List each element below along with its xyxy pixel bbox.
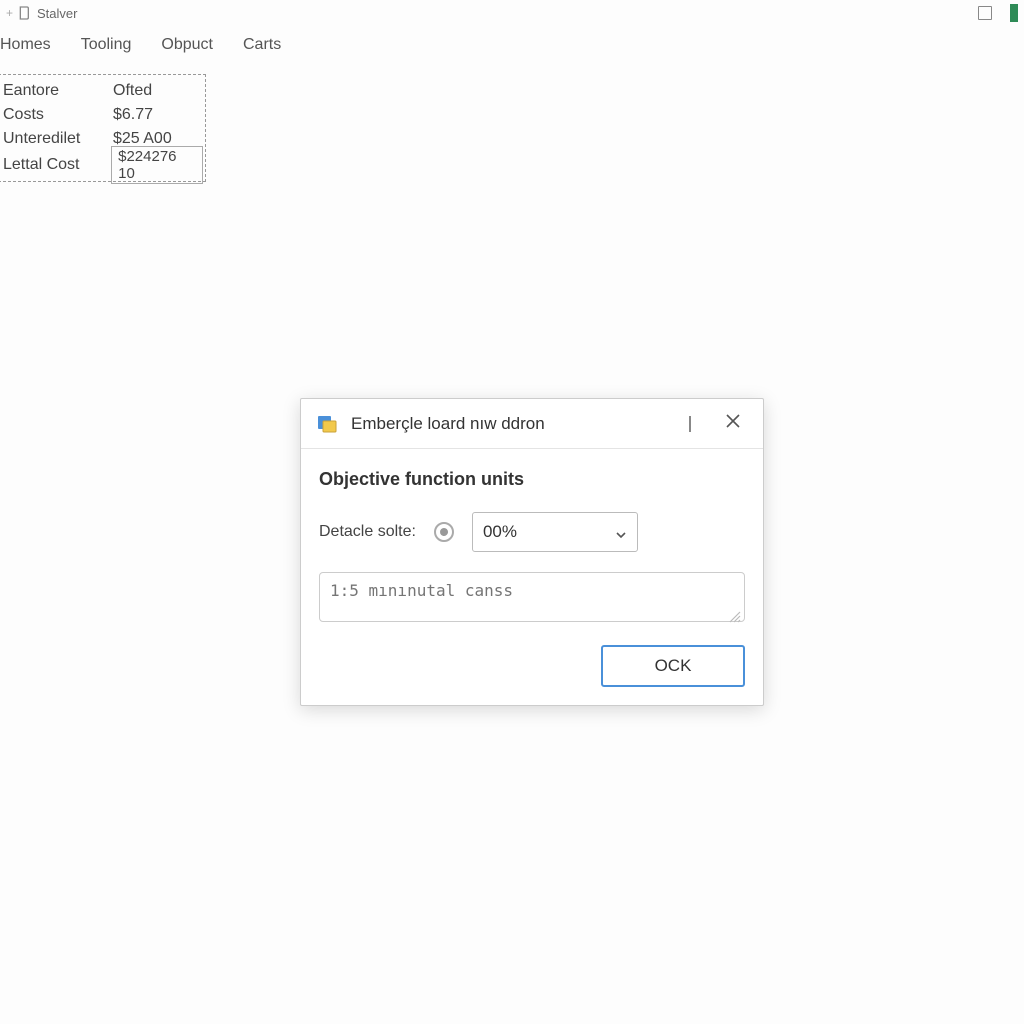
app-icon xyxy=(17,5,33,21)
ribbon-tabs: Homes Tooling Obpuct Carts xyxy=(0,26,1024,64)
plus-icon: + xyxy=(6,6,13,20)
summary-label: Unteredilet xyxy=(1,130,113,148)
tab-tooling[interactable]: Tooling xyxy=(81,36,132,54)
modal-app-icon xyxy=(315,412,339,436)
close-icon[interactable] xyxy=(725,413,741,434)
select-value: 00% xyxy=(483,522,517,542)
window-titlebar: + Stalver xyxy=(0,0,1024,26)
radio-icon[interactable] xyxy=(434,522,454,542)
tab-carts[interactable]: Carts xyxy=(243,36,281,54)
summary-label: Eantore xyxy=(1,82,113,100)
percentage-select[interactable]: 00% xyxy=(472,512,638,552)
modal-section-heading: Objective function units xyxy=(319,469,745,490)
summary-total-value[interactable]: $224276 10 xyxy=(111,146,203,184)
separator-icon xyxy=(689,416,691,432)
field-label-detacle: Detacle solte: xyxy=(319,523,416,541)
tab-obpuct[interactable]: Obpuct xyxy=(161,36,213,54)
summary-box: Eantore Ofted Costs $6.77 Unteredilet $2… xyxy=(0,74,206,182)
modal-title: Emberçle loard nıw ddron xyxy=(351,414,689,434)
accent-strip-icon xyxy=(1010,4,1018,22)
restore-icon[interactable] xyxy=(978,6,992,20)
summary-label: Costs xyxy=(1,106,113,124)
summary-value: Ofted xyxy=(113,82,152,100)
summary-value: $6.77 xyxy=(113,106,153,124)
modal-titlebar: Emberçle loard nıw ddron xyxy=(301,399,763,449)
ok-button[interactable]: OCK xyxy=(601,645,745,687)
app-title: Stalver xyxy=(37,6,77,21)
chevron-down-icon xyxy=(615,526,627,538)
summary-total-label: Lettal Cost xyxy=(1,156,111,174)
notes-textarea[interactable] xyxy=(319,572,745,622)
modal-dialog: Emberçle loard nıw ddron Objective funct… xyxy=(300,398,764,706)
window-controls xyxy=(978,4,1018,22)
tab-homes[interactable]: Homes xyxy=(0,36,51,54)
